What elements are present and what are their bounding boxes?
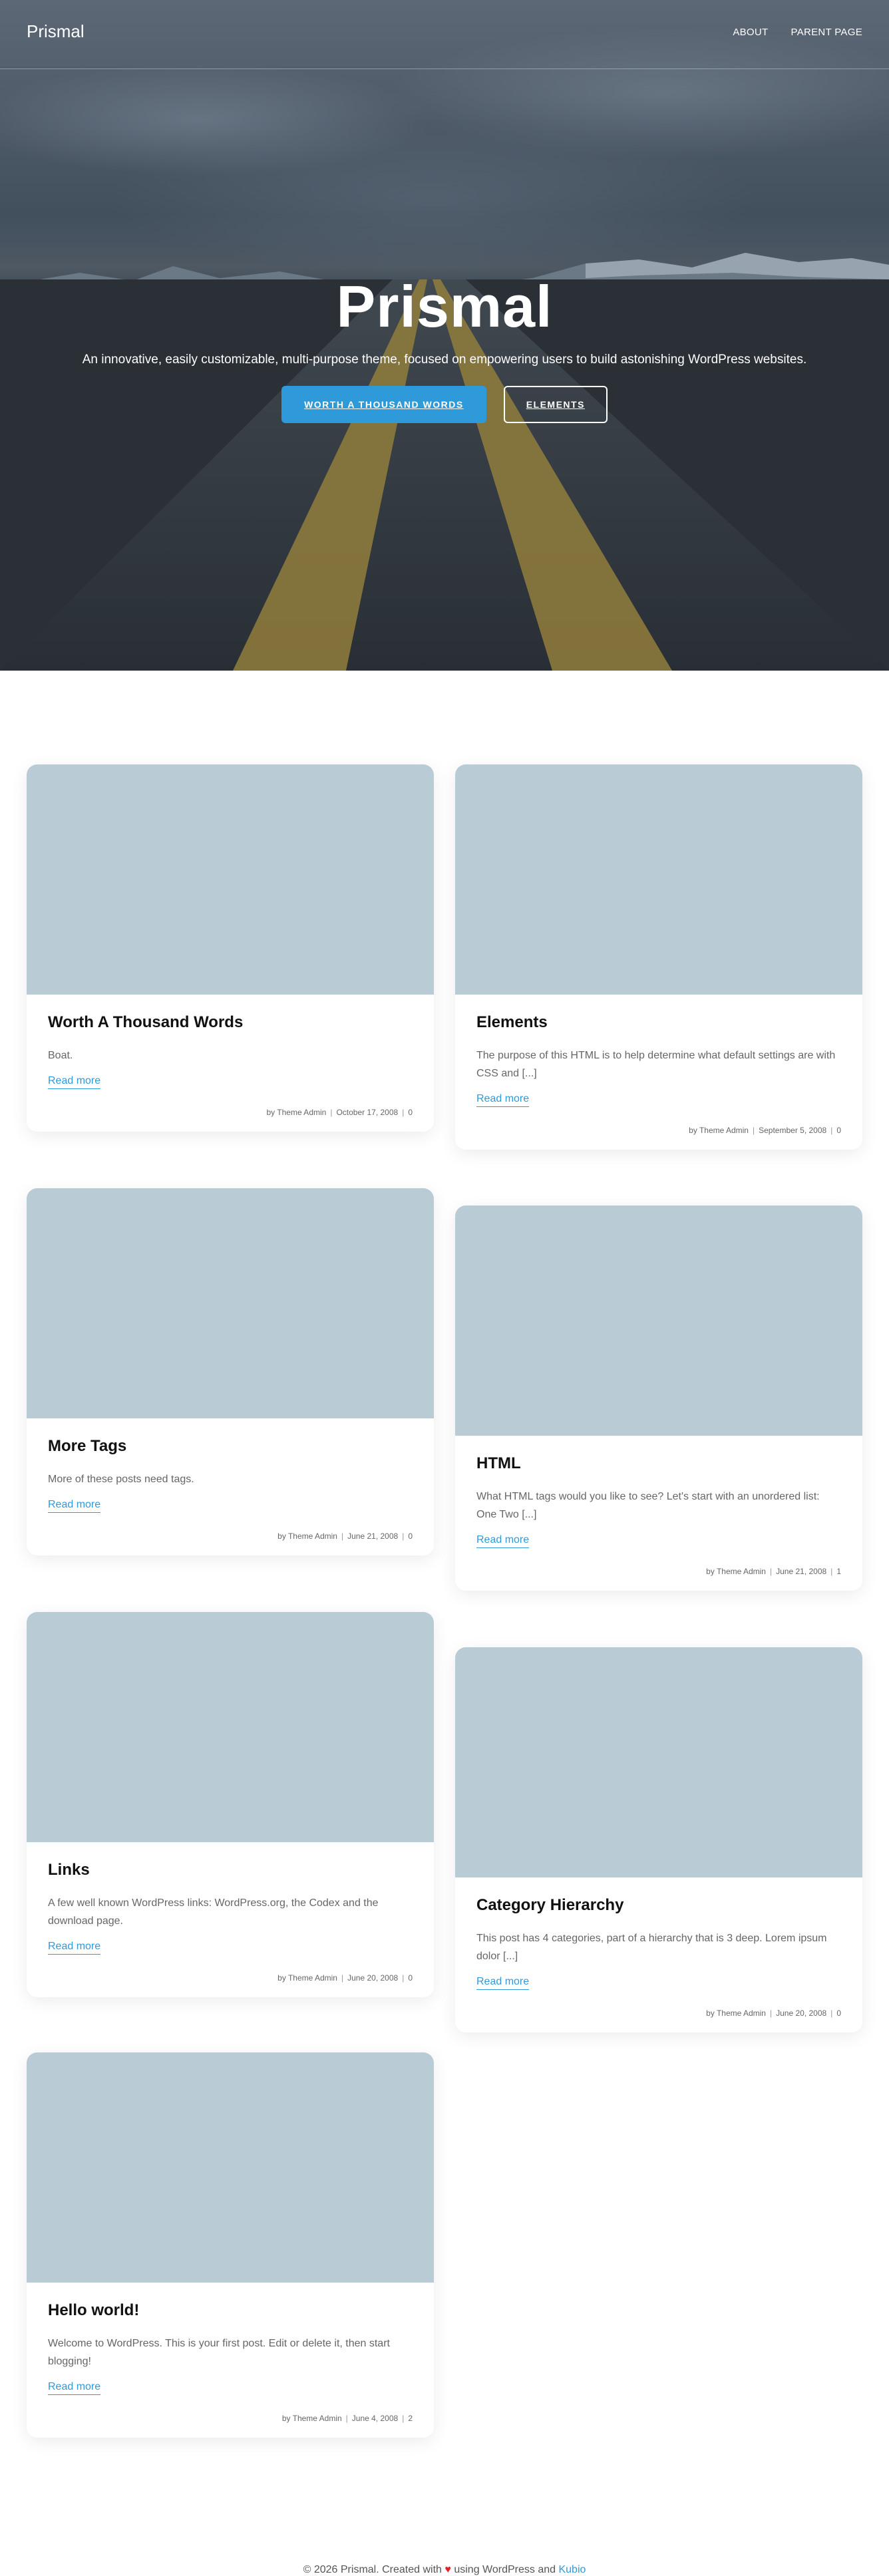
post-title[interactable]: HTML bbox=[476, 1454, 841, 1473]
post-excerpt: Boat. bbox=[48, 1050, 73, 1061]
read-more-link[interactable]: Read more bbox=[48, 2381, 101, 2395]
post-title[interactable]: Worth A Thousand Words bbox=[48, 1013, 413, 1032]
post-meta: by Theme Admin | June 20, 2008 | 0 bbox=[706, 2009, 841, 2018]
post-author[interactable]: by Theme Admin bbox=[689, 1126, 749, 1135]
post-meta: by Theme Admin | June 4, 2008 | 2 bbox=[281, 2414, 413, 2423]
post-title[interactable]: Hello world! bbox=[48, 2301, 413, 2320]
post-date[interactable]: June 20, 2008 bbox=[776, 2009, 826, 2018]
post-card: Worth A Thousand Words Boat. Read more b… bbox=[27, 764, 434, 1132]
post-meta: by Theme Admin | June 21, 2008 | 0 bbox=[277, 1531, 413, 1541]
post-excerpt: Welcome to WordPress. This is your first… bbox=[48, 2338, 390, 2367]
post-excerpt: A few well known WordPress links: WordPr… bbox=[48, 1897, 379, 1927]
post-date[interactable]: June 21, 2008 bbox=[776, 1567, 826, 1576]
post-meta: by Theme Admin | September 5, 2008 | 0 bbox=[689, 1126, 841, 1135]
footer-copyright: © 2026 Prismal. Created with bbox=[303, 2564, 442, 2575]
post-card: More Tags More of these posts need tags.… bbox=[27, 1188, 434, 1555]
post-card: Hello world! Welcome to WordPress. This … bbox=[27, 2052, 434, 2438]
post-meta: by Theme Admin | June 21, 2008 | 1 bbox=[706, 1567, 841, 1576]
site-logo[interactable]: Prismal bbox=[27, 21, 85, 42]
post-date[interactable]: June 20, 2008 bbox=[347, 1973, 398, 1983]
post-excerpt: More of these posts need tags. bbox=[48, 1474, 194, 1485]
nav-parent-page[interactable]: PARENT PAGE bbox=[791, 27, 863, 38]
post-meta: by Theme Admin | October 17, 2008 | 0 bbox=[266, 1108, 413, 1117]
heart-icon: ♥ bbox=[444, 2564, 451, 2575]
post-excerpt: This post has 4 categories, part of a hi… bbox=[476, 1933, 827, 1962]
hero-section: Prismal ABOUT PARENT PAGE Prismal An inn… bbox=[0, 0, 889, 671]
post-card: Elements The purpose of this HTML is to … bbox=[455, 764, 862, 1150]
hero-secondary-button[interactable]: ELEMENTS bbox=[503, 386, 608, 423]
post-author[interactable]: by Theme Admin bbox=[267, 1108, 327, 1117]
hero-buttons: WORTH A THOUSAND WORDS ELEMENTS bbox=[0, 386, 889, 423]
post-author[interactable]: by Theme Admin bbox=[277, 1531, 337, 1541]
post-title[interactable]: More Tags bbox=[48, 1437, 413, 1456]
post-card: Category Hierarchy This post has 4 categ… bbox=[455, 1647, 862, 2032]
hero-content: Prismal An innovative, easily customizab… bbox=[0, 273, 889, 423]
post-author[interactable]: by Theme Admin bbox=[282, 2414, 342, 2423]
post-author[interactable]: by Theme Admin bbox=[706, 1567, 766, 1576]
post-image-placeholder[interactable] bbox=[27, 764, 434, 995]
post-excerpt: The purpose of this HTML is to help dete… bbox=[476, 1050, 836, 1079]
read-more-link[interactable]: Read more bbox=[48, 1499, 101, 1513]
post-comments[interactable]: 1 bbox=[836, 1567, 841, 1576]
nav-about[interactable]: ABOUT bbox=[733, 27, 768, 38]
footer-kubio-link[interactable]: Kubio bbox=[558, 2564, 586, 2575]
post-card: HTML What HTML tags would you like to se… bbox=[455, 1206, 862, 1591]
post-comments[interactable]: 0 bbox=[836, 2009, 841, 2018]
site-footer: © 2026 Prismal. Created with ♥ using Wor… bbox=[0, 2564, 889, 2576]
post-image-placeholder[interactable] bbox=[455, 1206, 862, 1436]
read-more-link[interactable]: Read more bbox=[476, 1093, 530, 1107]
post-date[interactable]: October 17, 2008 bbox=[336, 1108, 398, 1117]
post-image-placeholder[interactable] bbox=[455, 1647, 862, 1877]
site-header: Prismal ABOUT PARENT PAGE bbox=[0, 0, 889, 69]
post-date[interactable]: September 5, 2008 bbox=[759, 1126, 826, 1135]
post-author[interactable]: by Theme Admin bbox=[277, 1973, 337, 1983]
post-comments[interactable]: 0 bbox=[408, 1531, 413, 1541]
read-more-link[interactable]: Read more bbox=[476, 1976, 530, 1990]
post-image-placeholder[interactable] bbox=[455, 764, 862, 995]
hero-subtitle: An innovative, easily customizable, mult… bbox=[82, 353, 807, 367]
post-title[interactable]: Category Hierarchy bbox=[476, 1896, 841, 1915]
post-excerpt: What HTML tags would you like to see? Le… bbox=[476, 1491, 820, 1520]
post-author[interactable]: by Theme Admin bbox=[706, 2009, 766, 2018]
main-nav: ABOUT PARENT PAGE bbox=[733, 27, 862, 38]
hero-primary-button[interactable]: WORTH A THOUSAND WORDS bbox=[281, 386, 486, 423]
post-comments[interactable]: 0 bbox=[408, 1973, 413, 1983]
hero-title: Prismal bbox=[336, 273, 553, 339]
read-more-link[interactable]: Read more bbox=[476, 1534, 530, 1548]
post-date[interactable]: June 21, 2008 bbox=[347, 1531, 398, 1541]
post-card: Links A few well known WordPress links: … bbox=[27, 1612, 434, 1997]
post-meta: by Theme Admin | June 20, 2008 | 0 bbox=[277, 1973, 413, 1983]
read-more-link[interactable]: Read more bbox=[48, 1075, 101, 1089]
post-date[interactable]: June 4, 2008 bbox=[352, 2414, 398, 2423]
post-comments[interactable]: 2 bbox=[408, 2414, 413, 2423]
post-title[interactable]: Links bbox=[48, 1861, 413, 1879]
post-title[interactable]: Elements bbox=[476, 1013, 841, 1032]
post-comments[interactable]: 0 bbox=[408, 1108, 413, 1117]
post-comments[interactable]: 0 bbox=[836, 1126, 841, 1135]
post-image-placeholder[interactable] bbox=[27, 1188, 434, 1418]
post-image-placeholder[interactable] bbox=[27, 1612, 434, 1842]
footer-middle: using WordPress and bbox=[454, 2564, 556, 2575]
post-image-placeholder[interactable] bbox=[27, 2052, 434, 2283]
read-more-link[interactable]: Read more bbox=[48, 1941, 101, 1955]
